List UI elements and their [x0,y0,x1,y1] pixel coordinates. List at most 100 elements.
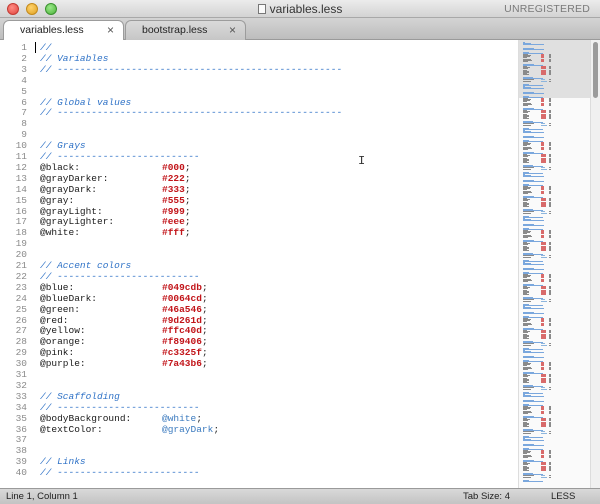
code-line[interactable]: 18 @white: #fff; [0,227,518,238]
code-line[interactable]: 36 @textColor: @grayDark; [0,424,518,435]
code-line[interactable]: 6 // Global values [0,97,518,108]
minimap-line [541,60,544,62]
code-line[interactable]: 24 @blueDark: #0064cd; [0,293,518,304]
code-line[interactable]: 3 // ------------------------------------… [0,64,518,75]
code-line[interactable]: 10 // Grays [0,140,518,151]
minimap-line [523,168,531,170]
minimap-line [523,348,543,350]
code-line[interactable]: 38 [0,445,518,456]
variable-name: @grayDark: [40,183,98,195]
code-editor[interactable]: I 1//2// Variables 3// ------------------… [0,40,518,488]
code-line[interactable]: 5 [0,86,518,97]
code-line[interactable]: 30 @purple: #7a43b6; [0,358,518,369]
minimap-line [541,293,546,295]
minimap-line [523,220,544,222]
minimap-line [541,212,548,214]
code-line[interactable]: 20 [0,249,518,260]
minimap-line [541,104,544,106]
minimap-line [549,432,551,434]
code-line[interactable]: 4 [0,75,518,86]
variable-name: @yellow: [40,325,86,337]
line-number: 39 [15,456,27,468]
line-number: 13 [15,172,27,184]
line-number: 32 [15,379,27,391]
tab-variables-less[interactable]: variables.less × [3,20,124,40]
minimap-line [523,117,529,119]
code-line[interactable]: 35 @bodyBackground: @white; [0,413,518,424]
minimap-line [523,425,529,427]
semicolon: ; [196,412,203,424]
code-line[interactable]: 1 // [0,42,518,53]
minimap[interactable] [518,40,590,488]
minimap-line [523,268,544,270]
scroll-thumb[interactable] [593,42,598,98]
code-line[interactable]: 23 @blue: #049cdb; [0,282,518,293]
minimap-line [549,124,551,126]
close-icon[interactable]: × [229,23,236,37]
code-line[interactable]: 13 @grayDarker: #222; [0,173,518,184]
minimap-line [549,73,551,75]
variable-reference: @white [162,412,197,424]
code-line[interactable]: 7 // ------------------------------------… [0,107,518,118]
line-number: 40 [15,467,27,479]
code-line[interactable]: 9 [0,129,518,140]
hex-value: #fff [162,227,185,239]
code-line[interactable]: 25 @green: #46a546; [0,304,518,315]
vertical-scrollbar[interactable] [590,40,600,488]
code-comment: // ------------------------- [40,401,200,413]
code-line[interactable]: 8 [0,118,518,129]
code-line[interactable]: 39 // Links [0,456,518,467]
minimap-line [541,73,546,75]
code-line[interactable]: 33 // Scaffolding [0,391,518,402]
code-line[interactable]: 16 @grayLight: #999; [0,206,518,217]
minimap-line [541,337,546,339]
variable-name: @bodyBackground: [40,412,132,424]
code-line[interactable]: 29 @pink: #c3325f; [0,347,518,358]
minimap-line [523,224,544,226]
code-line[interactable]: 21 // Accent colors [0,260,518,271]
status-bar: Line 1, Column 1 Tab Size: 4 LESS [0,488,600,504]
syntax-selector[interactable]: LESS [551,491,575,502]
code-line[interactable]: 27 @yellow: #ffc40d; [0,325,518,336]
line-number: 19 [15,238,27,250]
minimap-line [523,104,528,106]
code-line[interactable]: 11 // ------------------------- [0,151,518,162]
code-line[interactable]: 15 @gray: #555; [0,195,518,206]
minimap-line [523,48,544,50]
minimap-line [549,280,551,282]
code-line[interactable]: 40 // ------------------------- [0,467,518,478]
line-number: 23 [15,281,27,293]
minimap-line [523,256,531,258]
variable-name: @gray: [40,194,75,206]
line-number: 35 [15,412,27,424]
code-line[interactable]: 2 // Variables [0,53,518,64]
code-line[interactable]: 32 [0,380,518,391]
code-line[interactable]: 31 [0,369,518,380]
code-line[interactable]: 17 @grayLighter: #eee; [0,216,518,227]
code-line[interactable]: 19 [0,238,518,249]
tab-size-selector[interactable]: Tab Size: 4 [463,491,510,502]
code-comment: // ------------------------- [40,467,200,479]
tab-bootstrap-less[interactable]: bootstrap.less × [125,20,246,40]
minimap-line [549,256,551,258]
code-line[interactable]: 28 @orange: #f89406; [0,336,518,347]
minimap-line [523,148,528,150]
close-icon[interactable]: × [107,23,114,37]
minimap-line [549,192,551,194]
line-number: 17 [15,216,27,228]
code-line[interactable]: 22 // ------------------------- [0,271,518,282]
minimap-line [523,368,528,370]
code-line[interactable]: 34 // ------------------------- [0,402,518,413]
semicolon: ; [184,183,191,195]
line-number: 22 [15,270,27,282]
minimap-line [523,440,544,442]
code-line[interactable]: 12 @black: #000; [0,162,518,173]
minimap-line [549,476,551,478]
hex-value: #999 [162,205,185,217]
code-line[interactable]: 14 @grayDark: #333; [0,184,518,195]
minimap-line [523,136,544,138]
code-line[interactable]: 26 @red: #9d261d; [0,315,518,326]
code-line[interactable]: 37 [0,434,518,445]
semicolon: ; [213,423,220,435]
code-comment: // Accent colors [40,260,132,271]
